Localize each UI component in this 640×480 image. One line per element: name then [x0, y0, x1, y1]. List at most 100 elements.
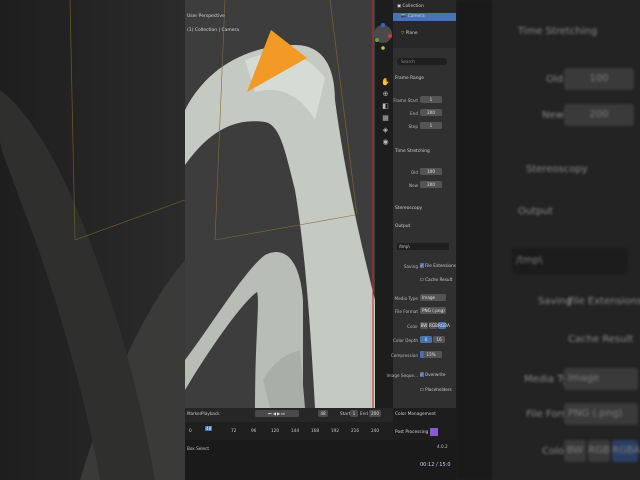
compression-row: Compression 15%	[390, 351, 456, 359]
camera-icon: 📷	[401, 14, 407, 19]
bg-file-extensions: File Extensions	[568, 296, 640, 307]
output-header[interactable]: Output	[395, 224, 410, 229]
old-row: Old 100	[393, 168, 456, 176]
ruler-tick: 96	[251, 428, 257, 433]
bg-color-rgb: RGB	[588, 440, 610, 462]
frame-end-label: End	[410, 110, 418, 116]
current-frame-field[interactable]: 48	[318, 410, 328, 417]
mesh-icon: ▽	[401, 31, 405, 36]
old-label: Old	[410, 169, 418, 175]
image-sequence-label: Image Seque...	[386, 372, 418, 378]
start-label: Start	[340, 411, 351, 416]
bg-time-stretching: Time Stretching	[518, 26, 598, 37]
timeline-ruler[interactable]: 0 48 72 96 120 144 168 192 216 240	[185, 422, 393, 440]
ruler-tick: 168	[311, 428, 319, 433]
bg-color-bw: BW	[564, 440, 586, 462]
color-depth-row: Color Depth 8 16	[393, 336, 456, 344]
outliner-item-collection[interactable]: ▣ Collection	[397, 3, 455, 11]
old-field[interactable]: 100	[420, 168, 442, 175]
status-bar: Box Select 4.0.2 00:12 / 15:0	[185, 428, 456, 480]
start-field[interactable]: 1	[350, 410, 358, 417]
stereoscopy-header[interactable]: Stereoscopy	[395, 206, 422, 211]
file-format-row: File Format PNG (.png)	[393, 307, 456, 315]
frame-step-field[interactable]: 1	[420, 122, 442, 129]
ruler-tick: 216	[351, 428, 359, 433]
bg-old-label: Old	[546, 74, 563, 85]
status-left: Box Select	[187, 446, 210, 451]
end-label: End	[360, 411, 368, 416]
compression-slider[interactable]: 15%	[420, 351, 442, 358]
ruler-tick: 192	[331, 428, 339, 433]
color-management-header[interactable]: Color Management	[395, 412, 436, 417]
file-format-dropdown[interactable]: PNG (.png)	[420, 307, 446, 314]
saving-label: Saving	[403, 263, 418, 269]
color-depth-16-button[interactable]: 16	[433, 336, 445, 343]
scene-icon[interactable]: ◈	[381, 126, 390, 135]
outliner: ▣ Collection 📷 Camera ▽ Plane	[393, 0, 456, 48]
viewport-mode-label: User Perspective	[187, 14, 225, 19]
output-path-field[interactable]: /tmp\	[397, 243, 449, 250]
media-type-dropdown[interactable]: Image	[420, 294, 446, 301]
placeholders-label: Placeholders	[425, 387, 452, 392]
placeholders-row: ☐ Placeholders	[393, 386, 456, 394]
outliner-label: Plane	[405, 31, 418, 36]
compression-label: Compression	[390, 352, 418, 358]
marker-menu[interactable]: Marker	[187, 411, 201, 416]
new-field[interactable]: 200	[420, 181, 442, 188]
file-extensions-checkbox[interactable]: ✓ File Extensions	[420, 263, 456, 268]
outliner-label: Camera	[407, 14, 425, 19]
bg-output: Output	[518, 206, 553, 217]
bg-stereoscopy: Stereoscopy	[526, 164, 588, 175]
playhead[interactable]: 48	[205, 426, 213, 431]
viewport-side-tools: ✋ ⊕ ◧ ▦ ◈ ◉	[381, 78, 393, 150]
playback-menu[interactable]: Playback	[201, 411, 220, 416]
saving-row: Saving ✓ File Extensions	[393, 262, 456, 270]
new-row: New 200	[393, 181, 456, 189]
color-rgb-button[interactable]: RGB	[429, 322, 438, 329]
outliner-label: Collection	[402, 4, 424, 9]
media-type-row: Media Type Image	[393, 294, 456, 302]
end-field[interactable]: 200	[369, 410, 381, 417]
file-extensions-label: File Extensions	[424, 263, 456, 268]
placeholders-checkbox[interactable]: ☐ Placeholders	[420, 387, 452, 392]
viewport-scene	[185, 0, 375, 408]
overwrite-label: Overwrite	[424, 372, 446, 377]
render-icon[interactable]: ◉	[381, 138, 390, 147]
color-bw-button[interactable]: BW	[420, 322, 428, 329]
frame-end-row: End 200	[393, 109, 456, 117]
new-label: New	[408, 182, 418, 188]
zoom-icon[interactable]: ⊕	[381, 90, 390, 99]
color-depth-8-button[interactable]: 8	[420, 336, 432, 343]
frame-end-field[interactable]: 200	[420, 109, 442, 116]
3d-viewport[interactable]: User Perspective (1) Collection | Camera	[185, 0, 375, 408]
status-version: 4.0.2	[437, 444, 448, 449]
grid-icon[interactable]: ▦	[381, 114, 390, 123]
video-time: 00:12 / 15:0	[420, 462, 451, 468]
bg-saving: Saving	[538, 296, 572, 307]
camera-view-icon[interactable]: ◧	[381, 102, 390, 111]
ruler-tick: 72	[231, 428, 237, 433]
outliner-item-plane[interactable]: ▽ Plane	[397, 30, 456, 38]
frame-start-row: Frame Start 1	[393, 96, 456, 104]
media-type-label: Media Type	[394, 295, 418, 301]
time-stretching-header[interactable]: Time Stretching	[395, 149, 430, 154]
outliner-item-camera[interactable]: 📷 Camera	[393, 13, 456, 21]
frame-start-field[interactable]: 1	[420, 96, 442, 103]
image-sequence-row: Image Seque... ✓ Overwrite	[386, 371, 456, 379]
cache-result-label: Cache Result	[425, 277, 453, 282]
cache-result-checkbox[interactable]: ☐ Cache Result	[420, 277, 452, 282]
playback-controls[interactable]: ⏮◀▶⏭	[255, 410, 299, 417]
avatar	[430, 428, 438, 436]
cache-row: ☐ Cache Result	[393, 276, 456, 284]
frame-range-header[interactable]: Frame Range	[395, 76, 424, 81]
hand-icon[interactable]: ✋	[381, 78, 390, 87]
color-depth-label: Color Depth	[392, 337, 418, 343]
search-input[interactable]: Search	[397, 58, 447, 65]
frame-step-row: Step 1	[393, 122, 456, 130]
post-processing-header[interactable]: Post Processing	[395, 430, 428, 435]
overwrite-checkbox[interactable]: ✓ Overwrite	[420, 372, 445, 377]
blender-window: User Perspective (1) Collection | Camera…	[185, 0, 456, 480]
color-rgba-button[interactable]: RGBA	[438, 322, 450, 329]
properties-panel: Search Frame Range Frame Start 1 End 200…	[386, 48, 456, 408]
file-format-label: File Format	[394, 308, 418, 314]
